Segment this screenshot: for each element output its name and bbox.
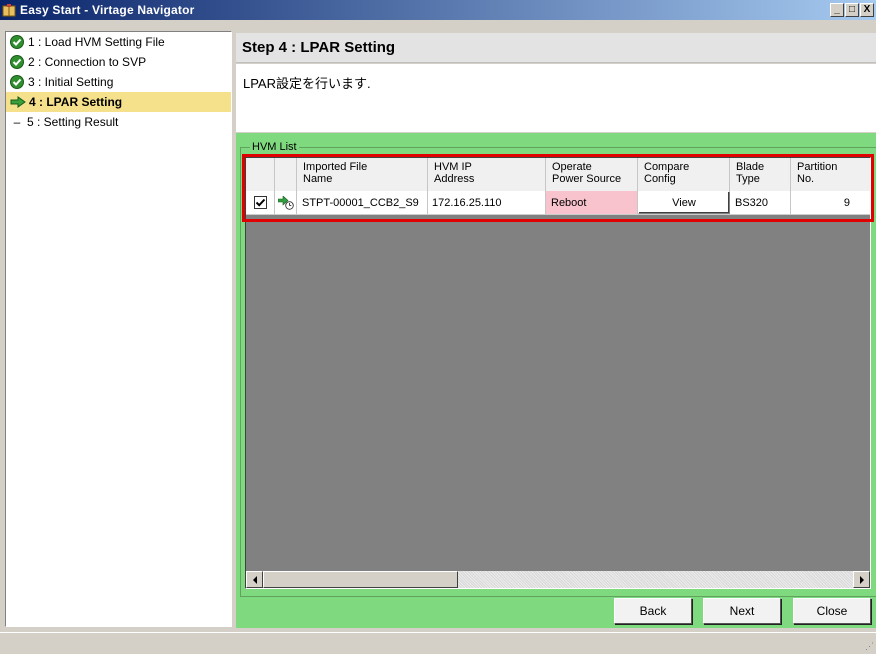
triangle-left-icon [252, 575, 257, 584]
header-compare-config[interactable]: Compare Config [638, 158, 730, 191]
maximize-button[interactable]: □ [845, 3, 859, 17]
header-line: Compare [644, 161, 690, 173]
hvm-list-label: HVM List [250, 141, 299, 153]
scroll-thumb[interactable] [263, 571, 458, 588]
header-line: Imported File [303, 161, 368, 173]
app-icon [2, 4, 16, 17]
hvm-list-grid[interactable]: Imported File Name HVM IP Address Operat… [245, 157, 871, 589]
row-select-cell[interactable] [246, 191, 275, 214]
step-label: 1 : Load HVM Setting File [28, 35, 165, 49]
minimize-button[interactable]: _ [830, 3, 844, 17]
arrow-clock-icon [278, 195, 294, 210]
header-imported-file-name[interactable]: Imported File Name [297, 158, 428, 191]
step-label: 5 : Setting Result [27, 115, 119, 129]
horizontal-scrollbar[interactable] [246, 571, 870, 588]
table-row[interactable]: STPT-00001_CCB2_S9 172.16.25.110 Reboot … [246, 191, 870, 215]
check-icon [10, 75, 24, 89]
triangle-right-icon [859, 575, 864, 584]
window-title: Easy Start - Virtage Navigator [20, 3, 195, 17]
step-sidebar: 1 : Load HVM Setting File 2 : Connection… [5, 31, 232, 627]
cell-blade-type: BS320 [730, 191, 791, 214]
scroll-left-button[interactable] [246, 571, 263, 588]
cell-partition-no: 9 [843, 196, 850, 209]
arrow-right-icon [10, 96, 26, 108]
back-button[interactable]: Back [614, 598, 692, 624]
row-checkbox[interactable] [253, 196, 267, 209]
header-hvm-ip-address[interactable]: HVM IP Address [428, 158, 546, 191]
title-bar[interactable]: Easy Start - Virtage Navigator _ □ X [0, 0, 876, 20]
step-item-3: 3 : Initial Setting [6, 72, 231, 92]
header-partition-no[interactable]: Partition No. [791, 158, 870, 191]
resize-grip-icon[interactable]: ⋰ [865, 641, 874, 652]
step-item-1: 1 : Load HVM Setting File [6, 32, 231, 52]
view-button[interactable]: View [638, 191, 730, 214]
header-line: Name [303, 173, 333, 185]
step-label: 4 : LPAR Setting [29, 95, 123, 109]
header-line: Power Source [552, 173, 622, 185]
header-line: HVM IP [434, 161, 472, 173]
close-window-button[interactable]: X [860, 3, 874, 17]
close-button[interactable]: Close [793, 598, 871, 624]
header-operate-power-source[interactable]: Operate Power Source [546, 158, 638, 191]
scroll-right-button[interactable] [853, 571, 870, 588]
check-icon [10, 55, 24, 69]
header-line: No. [797, 173, 815, 185]
header-line: Partition [797, 161, 838, 173]
header-icon-col[interactable] [275, 158, 297, 191]
header-line: Operate [552, 161, 592, 173]
header-line: Config [644, 173, 676, 185]
step-item-5: – 5 : Setting Result [6, 112, 231, 132]
row-status-cell [275, 191, 297, 214]
header-line: Address [434, 173, 475, 185]
step-item-2: 2 : Connection to SVP [6, 52, 231, 72]
header-line: Blade [736, 161, 765, 173]
cell-hvm-ip: 172.16.25.110 [428, 191, 546, 214]
step-label: 3 : Initial Setting [28, 75, 114, 89]
cell-file-name: STPT-00001_CCB2_S9 [297, 191, 428, 214]
cell-power-source[interactable]: Reboot [546, 191, 638, 214]
step-label: 2 : Connection to SVP [28, 55, 147, 69]
checkmark-icon [255, 198, 265, 207]
check-icon [10, 35, 24, 49]
step-description: LPAR設定を行います. [236, 64, 876, 132]
next-button[interactable]: Next [703, 598, 781, 624]
page-title: Step 4 : LPAR Setting [236, 33, 876, 63]
dash-icon: – [13, 115, 21, 129]
header-check-col[interactable] [246, 158, 275, 191]
step-item-4-current: 4 : LPAR Setting [6, 92, 231, 112]
header-line: Type [736, 173, 760, 185]
header-blade-type[interactable]: Blade Type [730, 158, 791, 191]
status-bar: ⋰ [0, 632, 876, 654]
grid-header: Imported File Name HVM IP Address Operat… [246, 158, 870, 191]
